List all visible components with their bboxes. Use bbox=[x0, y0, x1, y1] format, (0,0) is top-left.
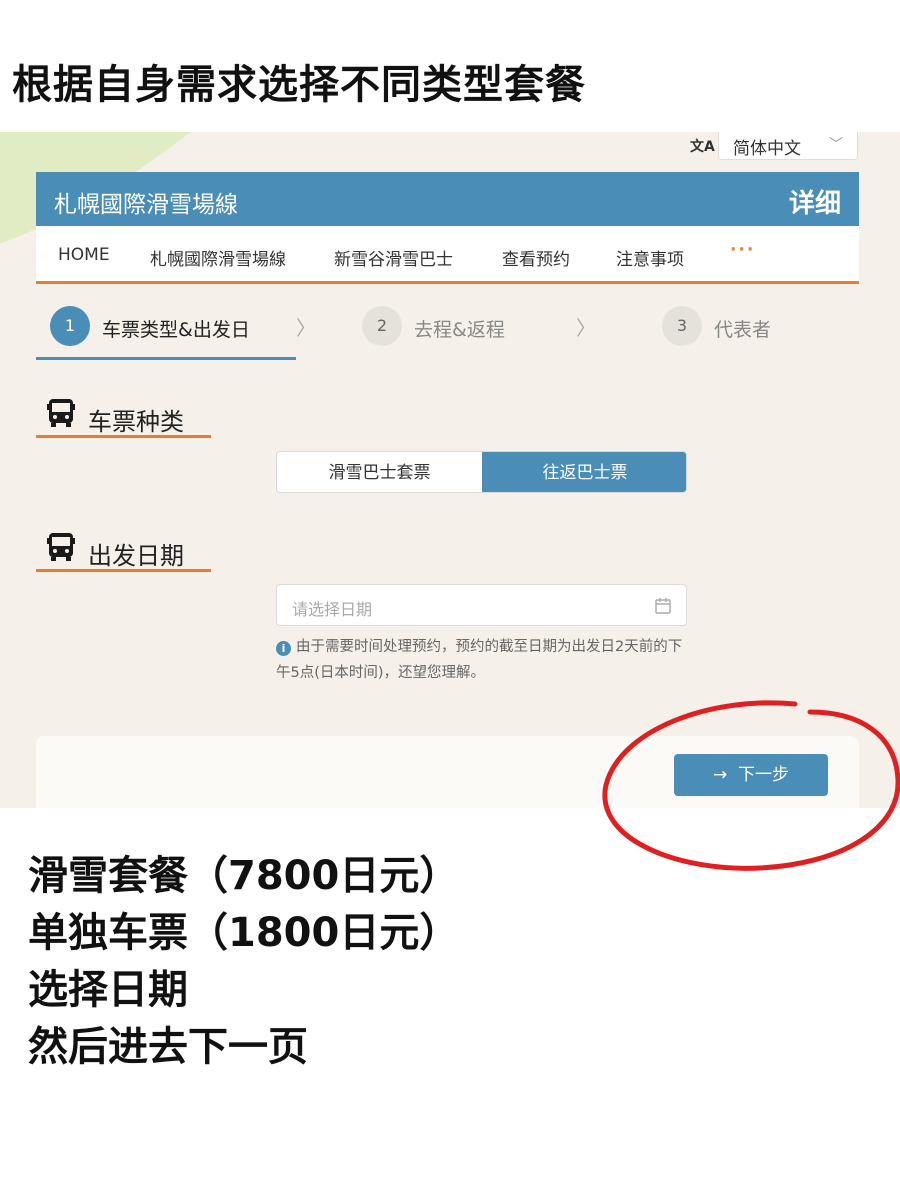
route-title: 札幌國際滑雪場線 bbox=[54, 192, 238, 218]
date-input[interactable]: 请选择日期 bbox=[276, 584, 687, 626]
step-1-number: 1 bbox=[50, 306, 90, 346]
annotation-notes: 滑雪套餐（7800日元） 单独车票（1800日元） 选择日期 然后进去下一页 bbox=[28, 848, 459, 1076]
note-go-next-page: 然后进去下一页 bbox=[28, 1024, 308, 1070]
ticket-type-title: 车票种类 bbox=[88, 408, 184, 436]
page-headline: 根据自身需求选择不同类型套餐 bbox=[12, 62, 586, 108]
nav-item-check-booking[interactable]: 查看预约 bbox=[502, 245, 570, 270]
nav-item-notices[interactable]: 注意事项 bbox=[616, 245, 684, 270]
detail-link[interactable]: 详细 bbox=[789, 183, 841, 220]
info-icon: i bbox=[276, 641, 291, 656]
nav-item-niseko-bus[interactable]: 新雪谷滑雪巴士 bbox=[334, 245, 453, 270]
note-ski-package-price: 滑雪套餐（7800日元） bbox=[28, 853, 460, 899]
departure-date-title: 出发日期 bbox=[88, 542, 184, 570]
step-2-label: 去程&返程 bbox=[414, 319, 505, 341]
ticket-type-toggle: 滑雪巴士套票 往返巴士票 bbox=[276, 451, 687, 493]
option-round-trip-ticket[interactable]: 往返巴士票 bbox=[482, 452, 686, 492]
active-step-indicator bbox=[36, 357, 296, 360]
red-annotation-circle bbox=[602, 700, 900, 871]
step-3-number: 3 bbox=[662, 306, 702, 346]
calendar-icon bbox=[655, 598, 671, 614]
step-2-number: 2 bbox=[362, 306, 402, 346]
step-1-label: 车票类型&出发日 bbox=[102, 319, 250, 341]
option-ski-bus-package[interactable]: 滑雪巴士套票 bbox=[277, 452, 482, 492]
language-select[interactable]: 简体中文 ﹀ bbox=[718, 132, 858, 160]
ticket-type-heading: 车票种类 bbox=[36, 398, 211, 438]
main-nav: HOME 札幌國際滑雪場線 新雪谷滑雪巴士 查看预约 注意事项 ··· bbox=[36, 226, 859, 284]
nav-item-home[interactable]: HOME bbox=[58, 245, 110, 265]
language-label: 简体中文 bbox=[733, 139, 801, 159]
bus-icon bbox=[47, 533, 75, 561]
chevron-right-icon: 〉 bbox=[296, 316, 316, 340]
nav-item-sapporo-kokusai[interactable]: 札幌國際滑雪場線 bbox=[150, 245, 286, 270]
bus-icon bbox=[47, 399, 75, 427]
chevron-down-icon: ﹀ bbox=[829, 137, 843, 153]
translate-icon: 文A bbox=[690, 139, 715, 155]
note-single-ticket-price: 单独车票（1800日元） bbox=[28, 910, 460, 956]
route-banner: 札幌國際滑雪場線 详细 bbox=[36, 172, 859, 226]
deadline-note: i 由于需要时间处理预约，预约的截至日期为出发日2天前的下午5点(日本时间)，还望… bbox=[276, 634, 686, 686]
note-select-date: 选择日期 bbox=[28, 967, 188, 1013]
nav-more-button[interactable]: ··· bbox=[730, 240, 755, 260]
departure-date-heading: 出发日期 bbox=[36, 532, 211, 572]
step-3-label: 代表者 bbox=[714, 319, 772, 341]
deadline-note-text: 由于需要时间处理预约，预约的截至日期为出发日2天前的下午5点(日本时间)，还望您… bbox=[276, 639, 683, 681]
chevron-right-icon: 〉 bbox=[576, 316, 596, 340]
date-placeholder: 请选择日期 bbox=[292, 600, 373, 619]
